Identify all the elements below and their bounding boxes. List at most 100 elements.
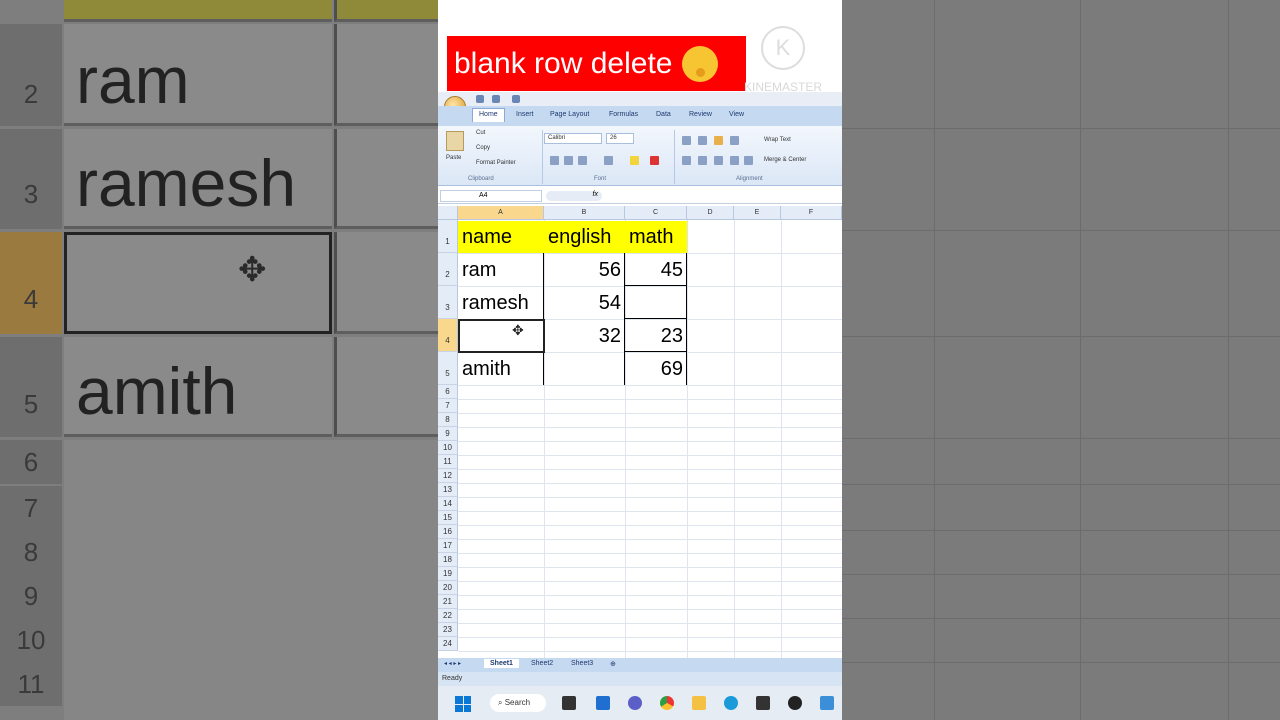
align-right-icon[interactable]: [714, 156, 723, 165]
align-left-icon[interactable]: [682, 156, 691, 165]
cell-name[interactable]: amith: [458, 353, 544, 385]
cell-math[interactable]: 69: [625, 353, 687, 385]
font-name-select[interactable]: Calibri: [544, 133, 602, 144]
align-bottom-icon[interactable]: [714, 136, 723, 145]
row-header[interactable]: 18: [438, 553, 458, 567]
select-all-corner[interactable]: [438, 206, 458, 220]
tab-home[interactable]: Home: [472, 108, 505, 122]
spreadsheet-grid[interactable]: A B C D E F 1 2 3 4 5 6 7 8 9 10 11 12 1…: [438, 206, 842, 658]
taskbar-search[interactable]: ⌕ Search: [490, 694, 546, 712]
row-header[interactable]: 13: [438, 483, 458, 497]
store-icon[interactable]: [756, 696, 770, 710]
font-color-icon[interactable]: [650, 156, 659, 165]
wrap-text-button[interactable]: Wrap Text: [764, 137, 791, 143]
tab-view[interactable]: View: [729, 111, 744, 118]
column-header-c[interactable]: C: [625, 206, 687, 220]
tab-review[interactable]: Review: [689, 111, 712, 118]
paste-icon[interactable]: [446, 131, 464, 151]
increase-indent-icon[interactable]: [744, 156, 753, 165]
undo-icon[interactable]: [492, 95, 500, 103]
decrease-indent-icon[interactable]: [730, 156, 739, 165]
redo-icon[interactable]: [512, 95, 520, 103]
sheet-tab-2[interactable]: Sheet2: [531, 660, 553, 667]
cell-math[interactable]: 45: [625, 254, 687, 286]
row-header[interactable]: 3: [438, 286, 458, 319]
name-box[interactable]: A4: [440, 190, 542, 202]
cell-english[interactable]: 56: [544, 254, 625, 286]
bold-icon[interactable]: [550, 156, 559, 165]
cell-english[interactable]: 54: [544, 287, 625, 319]
row-header[interactable]: 21: [438, 595, 458, 609]
row-header[interactable]: 22: [438, 609, 458, 623]
sheet-tab-3[interactable]: Sheet3: [571, 660, 593, 667]
widgets-icon[interactable]: [596, 696, 610, 710]
cell-header-name[interactable]: name: [458, 221, 544, 253]
save-icon[interactable]: [476, 95, 484, 103]
italic-icon[interactable]: [564, 156, 573, 165]
row-header[interactable]: 5: [438, 352, 458, 385]
tab-page-layout[interactable]: Page Layout: [550, 111, 589, 118]
sheet-nav-arrows-icon[interactable]: ◂ ◂ ▸ ▸: [444, 660, 461, 667]
app-icon[interactable]: [788, 696, 802, 710]
fx-icon[interactable]: fx: [546, 191, 602, 201]
fill-color-icon[interactable]: [630, 156, 639, 165]
row-header[interactable]: 9: [438, 427, 458, 441]
sheet-tab-1[interactable]: Sheet1: [484, 659, 519, 668]
row-header[interactable]: 2: [438, 253, 458, 286]
tab-data[interactable]: Data: [656, 111, 671, 118]
row-header[interactable]: 8: [438, 413, 458, 427]
paste-button[interactable]: Paste: [446, 155, 461, 161]
tab-insert[interactable]: Insert: [516, 111, 534, 118]
row-header[interactable]: 7: [438, 399, 458, 413]
column-header-d[interactable]: D: [687, 206, 734, 220]
active-cell-a4[interactable]: [458, 319, 545, 353]
column-header-e[interactable]: E: [734, 206, 781, 220]
row-header[interactable]: 20: [438, 581, 458, 595]
row-header-selected[interactable]: 4: [438, 319, 458, 352]
column-header-b[interactable]: B: [544, 206, 625, 220]
tab-formulas[interactable]: Formulas: [609, 111, 638, 118]
row-header[interactable]: 23: [438, 623, 458, 637]
align-center-icon[interactable]: [698, 156, 707, 165]
edge-icon[interactable]: [724, 696, 738, 710]
cell-name[interactable]: ramesh: [458, 287, 544, 319]
font-size-select[interactable]: 26: [606, 133, 634, 144]
cut-button[interactable]: Cut: [476, 130, 485, 136]
cell-header-english[interactable]: english: [544, 221, 625, 253]
row-header[interactable]: 15: [438, 511, 458, 525]
row-header[interactable]: 6: [438, 385, 458, 399]
format-painter-button[interactable]: Format Painter: [476, 160, 516, 166]
cell-math[interactable]: 23: [625, 320, 687, 352]
underline-icon[interactable]: [578, 156, 587, 165]
align-top-icon[interactable]: [682, 136, 691, 145]
cell-english[interactable]: [544, 353, 625, 385]
borders-icon[interactable]: [604, 156, 613, 165]
file-explorer-icon[interactable]: [692, 696, 706, 710]
windows-start-icon[interactable]: [455, 696, 471, 712]
column-header-f[interactable]: F: [781, 206, 842, 220]
chrome-icon[interactable]: [660, 696, 674, 710]
row-header[interactable]: 24: [438, 637, 458, 651]
cell-name[interactable]: ram: [458, 254, 544, 286]
row-header[interactable]: 1: [438, 220, 458, 253]
task-view-icon[interactable]: [562, 696, 576, 710]
row-header[interactable]: 16: [438, 525, 458, 539]
column-header-a[interactable]: A: [458, 206, 544, 220]
align-middle-icon[interactable]: [698, 136, 707, 145]
orientation-icon[interactable]: [730, 136, 739, 145]
cell-header-math[interactable]: math: [625, 221, 687, 253]
row-header[interactable]: 14: [438, 497, 458, 511]
copy-button[interactable]: Copy: [476, 145, 490, 151]
row-header[interactable]: 19: [438, 567, 458, 581]
cell-english[interactable]: 32: [544, 320, 625, 352]
cell-math[interactable]: [625, 287, 687, 319]
row-header[interactable]: 17: [438, 539, 458, 553]
bg-row-number-selected: 4: [0, 232, 62, 334]
computer-icon[interactable]: [820, 696, 834, 710]
merge-center-button[interactable]: Merge & Center: [764, 157, 806, 163]
row-header[interactable]: 12: [438, 469, 458, 483]
row-header[interactable]: 11: [438, 455, 458, 469]
row-header[interactable]: 10: [438, 441, 458, 455]
chat-icon[interactable]: [628, 696, 642, 710]
insert-sheet-icon[interactable]: ⊕: [610, 660, 616, 668]
